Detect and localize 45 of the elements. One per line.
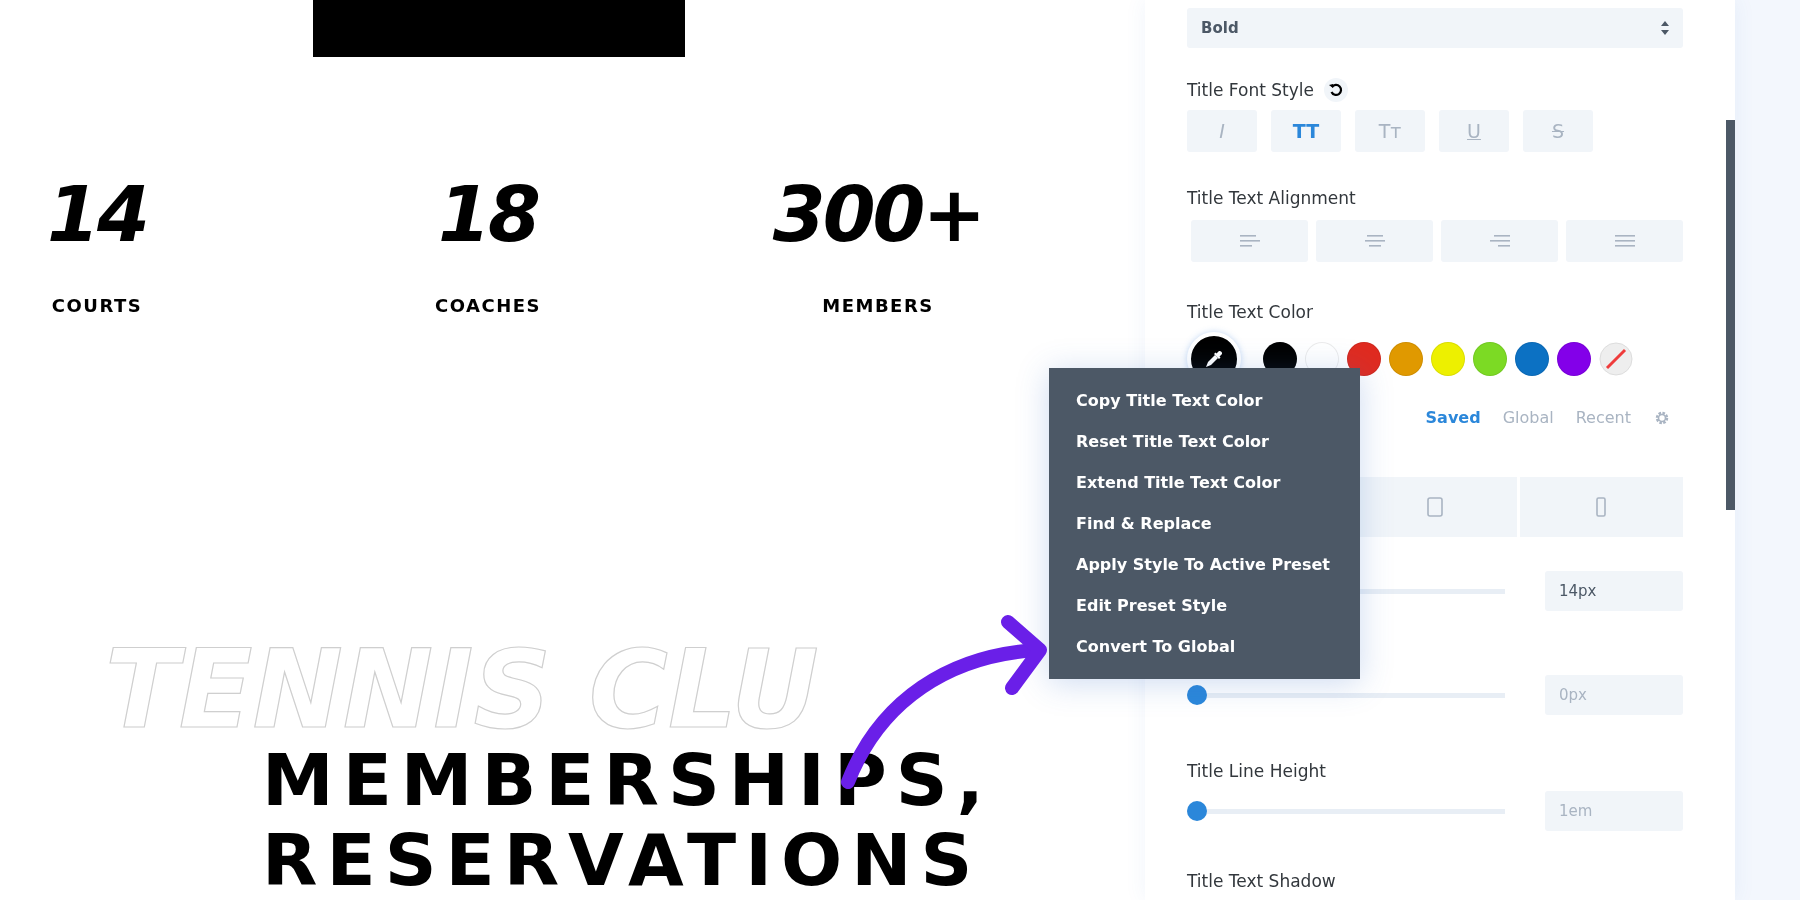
value-field[interactable]: 1em [1545,791,1683,831]
stat-label: COACHES [435,295,541,316]
menu-item[interactable]: Edit Preset Style [1049,585,1360,626]
color-swatch[interactable] [1389,342,1423,376]
phone-icon [1596,497,1607,517]
menu-item[interactable]: Extend Title Text Color [1049,462,1360,503]
color-swatch[interactable] [1431,342,1465,376]
reset-icon[interactable] [1323,78,1348,102]
menu-item[interactable]: Copy Title Text Color [1049,380,1360,421]
headline: MEMBERSHIPS, [262,740,993,820]
tablet-icon [1427,497,1443,517]
menu-item[interactable]: Apply Style To Active Preset [1049,544,1360,585]
color-swatch[interactable] [1515,342,1549,376]
slider-thumb[interactable] [1187,685,1207,705]
field-label: Title Text Color [1187,302,1313,322]
value-field[interactable]: 0px [1545,675,1683,715]
stat-label: MEMBERS [822,295,934,316]
align-left-icon [1238,233,1261,249]
stat-label: COURTS [51,295,143,316]
field-label: Title Font Style [1187,80,1314,100]
eyedropper-icon [1204,349,1224,369]
menu-item[interactable]: Find & Replace [1049,503,1360,544]
font-weight-select[interactable]: Bold [1187,8,1683,48]
scrollbar[interactable] [1726,120,1735,510]
color-swatch[interactable] [1557,342,1591,376]
menu-item[interactable]: Reset Title Text Color [1049,421,1360,462]
stat-number: 300+ [772,175,984,255]
align-justify-icon [1613,233,1636,249]
field-label: Title Text Alignment [1187,188,1356,208]
align-center-icon [1363,233,1386,249]
stat-number: 18 [438,175,538,255]
stat-number: 14 [47,175,147,255]
no-color-swatch[interactable] [1599,342,1633,376]
color-swatch[interactable] [1347,342,1381,376]
align-right-icon [1488,233,1511,249]
field-label: Title Line Height [1187,761,1326,781]
color-swatch[interactable] [1473,342,1507,376]
slider-thumb[interactable] [1187,801,1207,821]
field-label: Title Text Shadow [1187,871,1336,891]
palette-tab[interactable]: Saved [1425,408,1481,427]
headline: RESERVATIONS [262,820,982,900]
value-field[interactable]: 14px [1545,571,1683,611]
font-style-button[interactable]: TT [1271,110,1341,152]
menu-item[interactable]: Convert To Global [1049,626,1360,667]
select-arrows-icon [1661,21,1669,35]
